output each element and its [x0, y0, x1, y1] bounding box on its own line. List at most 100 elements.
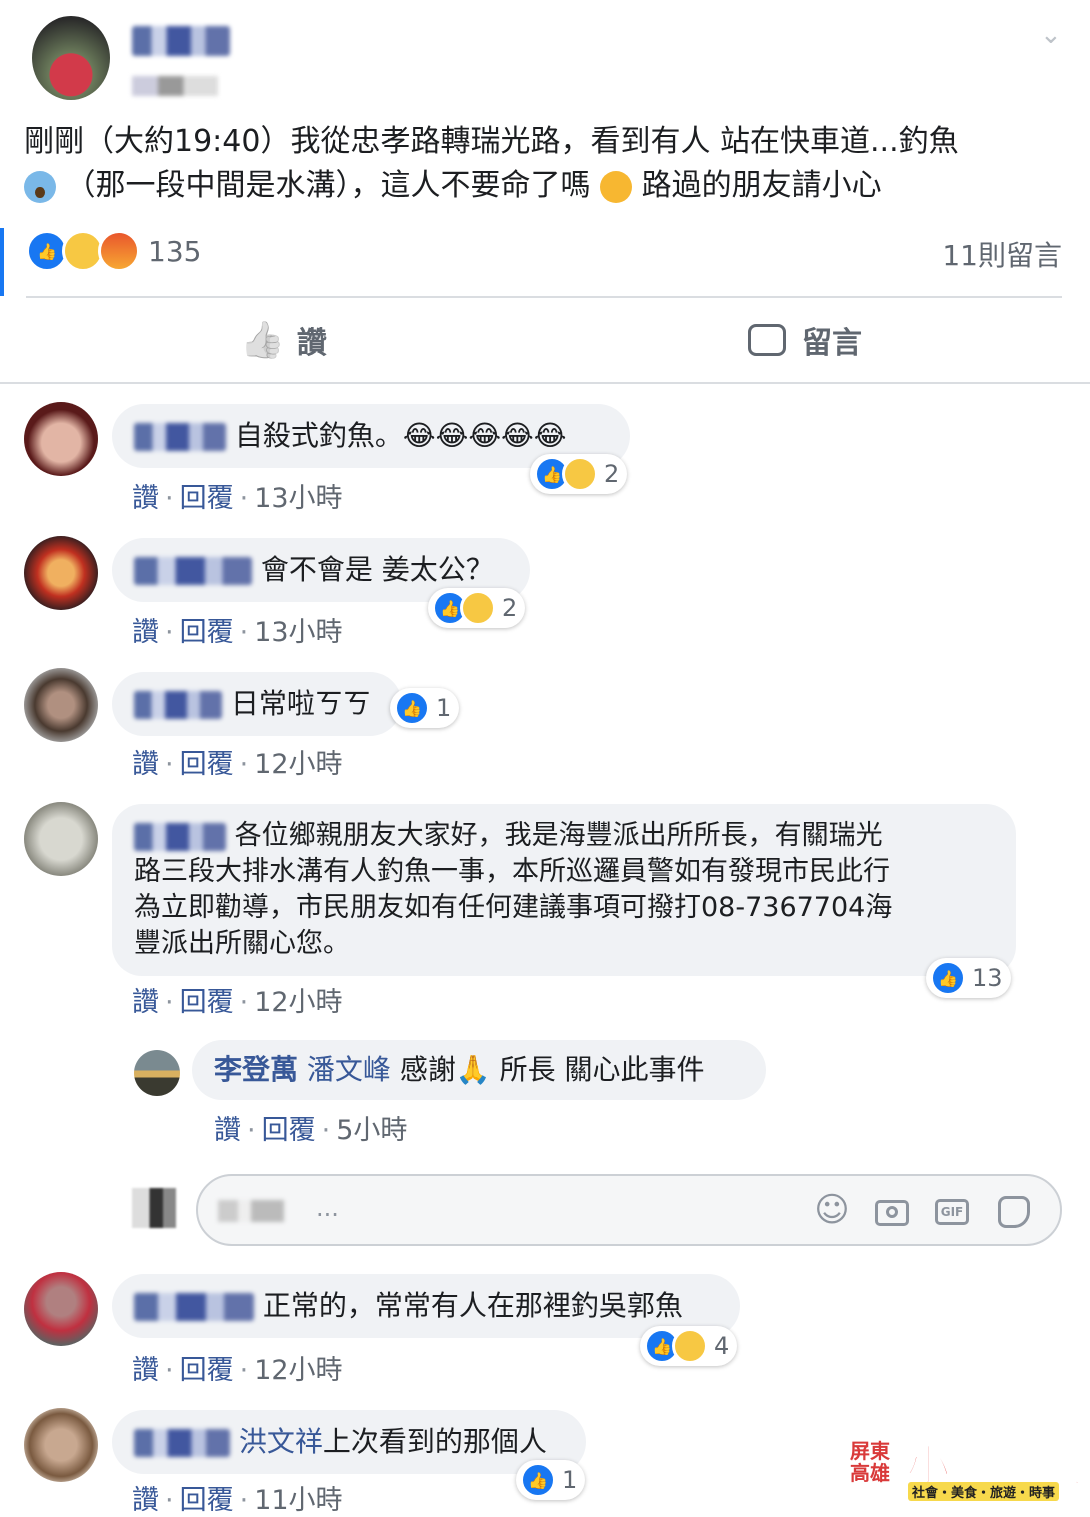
- like-reaction-icon: 👍: [394, 690, 430, 726]
- post-text-line-2: （那一段中間是水溝），這人不要命了嗎 路過的朋友請小心: [24, 164, 882, 208]
- comment-reactions[interactable]: 👍 1: [390, 688, 460, 728]
- haha-reaction-icon: [562, 456, 598, 492]
- comment-time[interactable]: 11小時: [254, 1485, 342, 1516]
- comment-bubble: 洪文祥上次看到的那個人: [112, 1410, 586, 1474]
- reply-input[interactable]: ... ☺ GIF: [196, 1174, 1062, 1246]
- comment-text: 會不會是 姜太公？: [260, 553, 494, 586]
- divider: [0, 382, 1090, 384]
- comment-meta: 讚 · 回覆 · 11小時: [132, 1485, 343, 1516]
- comment-bubble: 各位鄉親朋友大家好，我是海豐派出所所長，有關瑞光 路三段大排水溝有人釣魚一事，本…: [112, 804, 1016, 976]
- camera-icon[interactable]: [872, 1192, 912, 1232]
- reply-author-name[interactable]: 李登萬: [214, 1053, 298, 1086]
- comment-time[interactable]: 12小時: [254, 1355, 342, 1386]
- post-reactions[interactable]: 👍 135: [26, 230, 201, 272]
- post-text-line-2a: （那一段中間是水溝），這人不要命了嗎: [65, 168, 591, 203]
- commenter-name-blurred[interactable]: [134, 822, 226, 851]
- comment-reactions[interactable]: 👍 13: [926, 958, 1011, 998]
- comment-like-link[interactable]: 讚: [132, 749, 159, 780]
- disappointed-emoji-icon: [600, 170, 633, 203]
- comment-like-link[interactable]: 讚: [132, 617, 159, 648]
- scream-emoji-icon: [24, 170, 56, 203]
- comment-reply-link[interactable]: 回覆: [180, 1485, 234, 1516]
- comment-time[interactable]: 5小時: [336, 1115, 407, 1146]
- gif-icon[interactable]: GIF: [932, 1190, 972, 1230]
- reply-meta: 讚 · 回覆 · 5小時: [214, 1115, 408, 1146]
- comment-reply-link[interactable]: 回覆: [262, 1115, 316, 1146]
- post-text-line-2b: 路過的朋友請小心: [641, 168, 882, 203]
- comment-text: 日常啦ㄎㄎ: [230, 687, 371, 720]
- comment-like-link[interactable]: 讚: [132, 1355, 159, 1386]
- speech-bubble-icon: [748, 324, 786, 356]
- reply-input-placeholder: ...: [316, 1194, 339, 1222]
- comment-like-link[interactable]: 讚: [132, 1485, 159, 1516]
- comment-reply-link[interactable]: 回覆: [180, 1355, 234, 1386]
- emoji-smiley-icon[interactable]: ☺: [812, 1190, 852, 1230]
- comment-mention[interactable]: 洪文祥: [239, 1425, 323, 1458]
- haha-reaction-icon: [460, 590, 496, 626]
- thumbs-up-outline-icon: 👍: [240, 320, 285, 361]
- poster-avatar[interactable]: [32, 16, 110, 100]
- comment-reply-link[interactable]: 回覆: [180, 617, 234, 648]
- commenter-avatar[interactable]: [24, 402, 98, 476]
- comment-reply-link[interactable]: 回覆: [180, 483, 234, 514]
- praying-hands-icon: 🙏: [455, 1053, 491, 1086]
- like-reaction-icon: 👍: [930, 960, 966, 996]
- comment-time[interactable]: 13小時: [254, 483, 342, 514]
- reaction-count: 1: [562, 1466, 578, 1494]
- like-button[interactable]: 👍 讚: [240, 318, 327, 362]
- input-user-name-blurred: [218, 1200, 284, 1222]
- commenter-name-blurred[interactable]: [134, 1429, 230, 1457]
- comment-button-label: 留言: [802, 326, 862, 361]
- commenter-avatar[interactable]: [24, 1272, 98, 1346]
- like-reaction-icon: 👍: [520, 1462, 556, 1498]
- post-timestamp-blurred[interactable]: [132, 76, 218, 96]
- comment-reactions[interactable]: 👍 4: [640, 1326, 738, 1366]
- reaction-count: 2: [502, 594, 518, 622]
- comment-time[interactable]: 12小時: [254, 749, 342, 780]
- watermark-logo: 屏東高雄 小鎮資訊 社會・美食・旅遊・時事: [850, 1436, 1086, 1501]
- comment-like-link[interactable]: 讚: [132, 483, 159, 514]
- reply-text-b: 所長 關心此事件: [499, 1053, 705, 1086]
- commenter-name-blurred[interactable]: [134, 1293, 254, 1321]
- comment-reply-link[interactable]: 回覆: [180, 749, 234, 780]
- comment-count-link[interactable]: 11則留言: [942, 234, 1062, 274]
- commenter-avatar[interactable]: [24, 802, 98, 876]
- reactions-bar-accent: [0, 228, 4, 296]
- comment-meta: 讚 · 回覆 · 12小時: [132, 749, 343, 780]
- commenter-avatar[interactable]: [24, 668, 98, 742]
- commenter-name-blurred[interactable]: [134, 423, 226, 451]
- commenter-name-blurred[interactable]: [134, 557, 252, 585]
- commenter-avatar[interactable]: [24, 1408, 98, 1482]
- reaction-count: 2: [604, 460, 620, 488]
- reply-text-a: 感謝: [399, 1053, 456, 1086]
- comment-like-link[interactable]: 讚: [214, 1115, 241, 1146]
- reply-avatar[interactable]: [134, 1050, 180, 1096]
- divider: [26, 296, 1062, 298]
- comment-time[interactable]: 13小時: [254, 617, 342, 648]
- comment-time[interactable]: 12小時: [254, 987, 342, 1018]
- comment-text: 正常的，常常有人在那裡釣吳郭魚: [262, 1289, 683, 1322]
- comment-meta: 讚 · 回覆 · 13小時: [132, 617, 343, 648]
- comment-text-line-4: 豐派出所關心您。: [134, 928, 350, 959]
- comment-like-link[interactable]: 讚: [132, 987, 159, 1018]
- current-user-avatar[interactable]: [132, 1188, 176, 1228]
- sticker-icon[interactable]: [994, 1190, 1034, 1230]
- comment-reply-link[interactable]: 回覆: [180, 987, 234, 1018]
- comment-reactions[interactable]: 👍 2: [428, 588, 526, 628]
- angry-reaction-icon: [98, 230, 140, 272]
- comment-reactions[interactable]: 👍 2: [530, 454, 628, 494]
- watermark-subtitle: 社會・美食・旅遊・時事: [908, 1482, 1060, 1501]
- commenter-name-blurred[interactable]: [134, 691, 222, 719]
- commenter-avatar[interactable]: [24, 536, 98, 610]
- post-text-line-1: 剛剛（大約19:40）我從忠孝路轉瑞光路，看到有人 站在快車道...釣魚: [24, 124, 959, 159]
- watermark-region: 屏東高雄: [850, 1439, 890, 1485]
- reply-mention[interactable]: 潘文峰: [307, 1053, 391, 1086]
- comment-button[interactable]: 留言: [748, 318, 862, 362]
- comment-bubble: 日常啦ㄎㄎ: [112, 672, 402, 736]
- comment-reactions[interactable]: 👍 1: [516, 1460, 586, 1500]
- comment-text-line-2: 路三段大排水溝有人釣魚一事，本所巡邏員警如有發現市民此行: [134, 856, 890, 887]
- post-options-chevron-icon[interactable]: ⌄: [1040, 20, 1062, 50]
- comment-text: 上次看到的那個人: [322, 1425, 547, 1458]
- reply-bubble: 李登萬 潘文峰 感謝🙏 所長 關心此事件: [192, 1040, 766, 1100]
- poster-name-blurred[interactable]: [132, 26, 230, 56]
